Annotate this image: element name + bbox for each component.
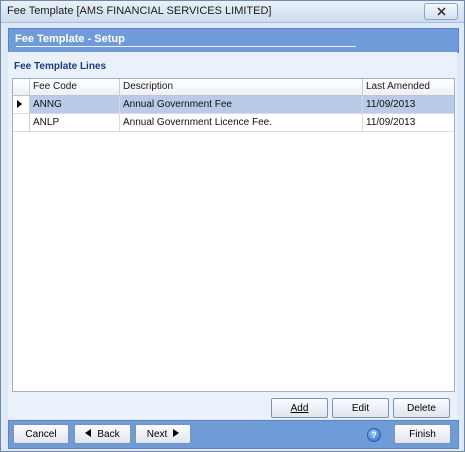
add-button-label: Add (290, 403, 309, 414)
cell-description[interactable]: Annual Government Fee (120, 96, 363, 113)
page-title: Fee Template - Setup (15, 33, 125, 45)
back-arrow-icon (85, 429, 92, 438)
setup-header: Fee Template - Setup (8, 28, 459, 53)
column-header-last-amended[interactable]: Last Amended (363, 79, 454, 95)
fee-template-window: Fee Template [AMS FINANCIAL SERVICES LIM… (0, 0, 465, 452)
back-button[interactable]: Back (74, 424, 131, 444)
cell-description[interactable]: Annual Government Licence Fee. (120, 114, 363, 131)
row-selector[interactable] (13, 114, 30, 131)
help-icon[interactable]: ? (367, 428, 381, 442)
delete-button-label: Delete (407, 403, 436, 414)
cell-last-amended[interactable]: 11/09/2013 (363, 96, 454, 113)
close-icon (436, 7, 446, 16)
next-button-label: Next (146, 429, 168, 440)
section-title: Fee Template Lines (14, 61, 107, 72)
header-divider (16, 46, 356, 47)
finish-button[interactable]: Finish (394, 424, 451, 444)
finish-button-label: Finish (409, 429, 436, 440)
edit-button-label: Edit (351, 403, 370, 414)
cancel-button[interactable]: Cancel (13, 424, 69, 444)
delete-button[interactable]: Delete (393, 398, 450, 418)
row-selector[interactable] (13, 96, 30, 113)
cell-fee-code[interactable]: ANLP (30, 114, 120, 131)
cancel-button-label: Cancel (25, 429, 57, 440)
content-panel: Fee Template Lines Fee Code Description … (8, 52, 457, 419)
column-header-description[interactable]: Description (120, 79, 363, 95)
window-title: Fee Template [AMS FINANCIAL SERVICES LIM… (7, 5, 272, 17)
back-button-label: Back (97, 429, 120, 440)
current-row-arrow-icon (17, 100, 22, 108)
cell-fee-code[interactable]: ANNG (30, 96, 120, 113)
cell-last-amended[interactable]: 11/09/2013 (363, 114, 454, 131)
grid-header: Fee Code Description Last Amended (13, 79, 454, 96)
next-button[interactable]: Next (135, 424, 191, 444)
wizard-footer: Cancel Back Next ? Finish (8, 420, 459, 449)
row-header-corner (13, 79, 30, 95)
title-bar[interactable]: Fee Template [AMS FINANCIAL SERVICES LIM… (1, 1, 464, 23)
column-header-fee-code[interactable]: Fee Code (30, 79, 120, 95)
table-row[interactable]: ANLP Annual Government Licence Fee. 11/0… (13, 114, 454, 132)
add-button[interactable]: Add (271, 398, 328, 418)
edit-button[interactable]: Edit (332, 398, 389, 418)
close-button[interactable] (424, 3, 458, 20)
fee-template-lines-grid[interactable]: Fee Code Description Last Amended ANNG A… (12, 78, 455, 392)
table-row[interactable]: ANNG Annual Government Fee 11/09/2013 (13, 96, 454, 114)
next-arrow-icon (173, 429, 180, 438)
